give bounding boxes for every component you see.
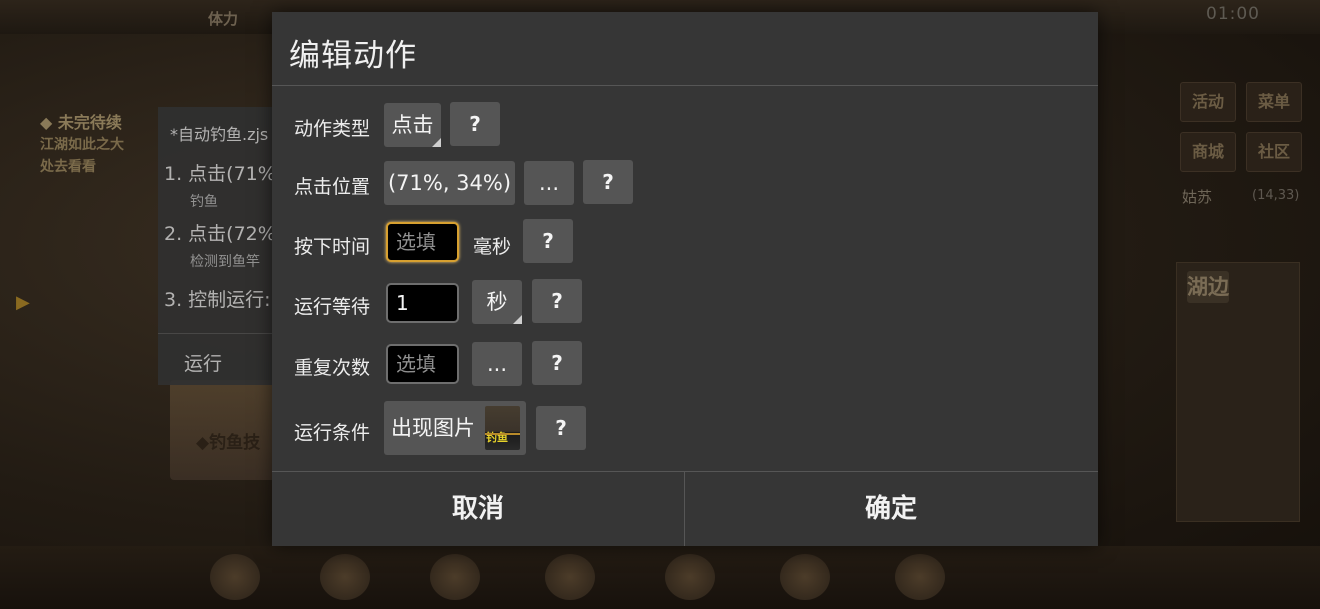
stamina-label: 体力 [208,10,239,28]
thumbnail-text: 钓鱼 [486,431,508,444]
action-type-label: 动作类型 [294,118,371,140]
divider [158,333,278,334]
run-button[interactable]: 运行 [184,349,222,376]
bottom-toolbar [0,546,1320,609]
toolbar-icon [780,554,830,600]
repeat-count-label: 重复次数 [294,357,371,379]
cancel-button[interactable]: 取消 [272,472,684,546]
toolbar-icon [210,554,260,600]
clock: 01:00 [1206,4,1260,24]
press-time-unit: 毫秒 [473,236,512,258]
community-button: 社区 [1246,132,1302,172]
right-side-panel: 湖边 [1176,262,1300,522]
action-type-select[interactable]: 点击 [384,103,441,147]
dialog-title: 编辑动作 [289,38,417,74]
script-step-sub: 检测到鱼竿 [190,254,260,270]
run-wait-help-button[interactable]: ? [532,279,582,323]
run-condition-help-button[interactable]: ? [536,406,586,450]
run-condition-value: 出现图片 [391,416,475,440]
run-wait-input[interactable]: 1 [386,283,459,323]
activity-button: 活动 [1180,82,1236,122]
location-coords: (14,33) [1252,188,1300,203]
run-condition-button[interactable]: 出现图片 钓鱼 [384,401,526,455]
click-position-more-button[interactable]: ... [524,161,574,205]
lakeside-button: 湖边 [1187,271,1229,303]
script-step[interactable]: 3. 控制运行: [164,285,271,312]
action-type-help-button[interactable]: ? [450,102,500,146]
toolbar-icon [320,554,370,600]
quest-line: 处去看看 [40,159,96,175]
confirm-button[interactable]: 确定 [685,472,1097,546]
script-list-panel: *自动钓鱼.zjs 1. 点击(71%, 钓鱼 2. 点击(72% 检测到鱼竿 … [158,107,282,385]
edit-action-dialog: 编辑动作 动作类型 点击 ? 点击位置 (71%, 34%) ... ? 按下时… [272,12,1098,546]
menu-button: 菜单 [1246,82,1302,122]
press-time-label: 按下时间 [294,236,371,258]
run-condition-label: 运行条件 [294,422,371,444]
divider [272,85,1098,86]
script-step[interactable]: 2. 点击(72% [164,219,276,246]
click-position-label: 点击位置 [294,176,371,198]
script-filename: *自动钓鱼.zjs [170,125,269,144]
repeat-count-help-button[interactable]: ? [532,341,582,385]
toolbar-icon [665,554,715,600]
quest-line: 江湖如此之大 [40,137,124,153]
toolbar-icon [430,554,480,600]
scroll-text: ◆钓鱼技 [196,433,261,453]
script-step[interactable]: 1. 点击(71%, [164,159,282,186]
run-wait-label: 运行等待 [294,296,371,318]
condition-image-thumbnail: 钓鱼 [485,406,520,450]
toolbar-icon [895,554,945,600]
quest-title: ◆ 未完待续 [40,113,122,132]
shop-button: 商城 [1180,132,1236,172]
click-position-value-button[interactable]: (71%, 34%) [384,161,515,205]
repeat-count-more-button[interactable]: ... [472,342,522,386]
toolbar-icon [545,554,595,600]
run-wait-unit-select[interactable]: 秒 [472,280,522,324]
press-time-input[interactable]: 选填 [386,222,459,262]
script-step-sub: 钓鱼 [190,194,218,210]
quest-tracker: ◆ 未完待续 江湖如此之大 处去看看 [40,112,170,178]
click-position-help-button[interactable]: ? [583,160,633,204]
repeat-count-input[interactable]: 选填 [386,344,459,384]
location-name: 姑苏 [1182,188,1213,206]
expand-arrow-icon: ▶ [16,292,30,313]
press-time-help-button[interactable]: ? [523,219,573,263]
